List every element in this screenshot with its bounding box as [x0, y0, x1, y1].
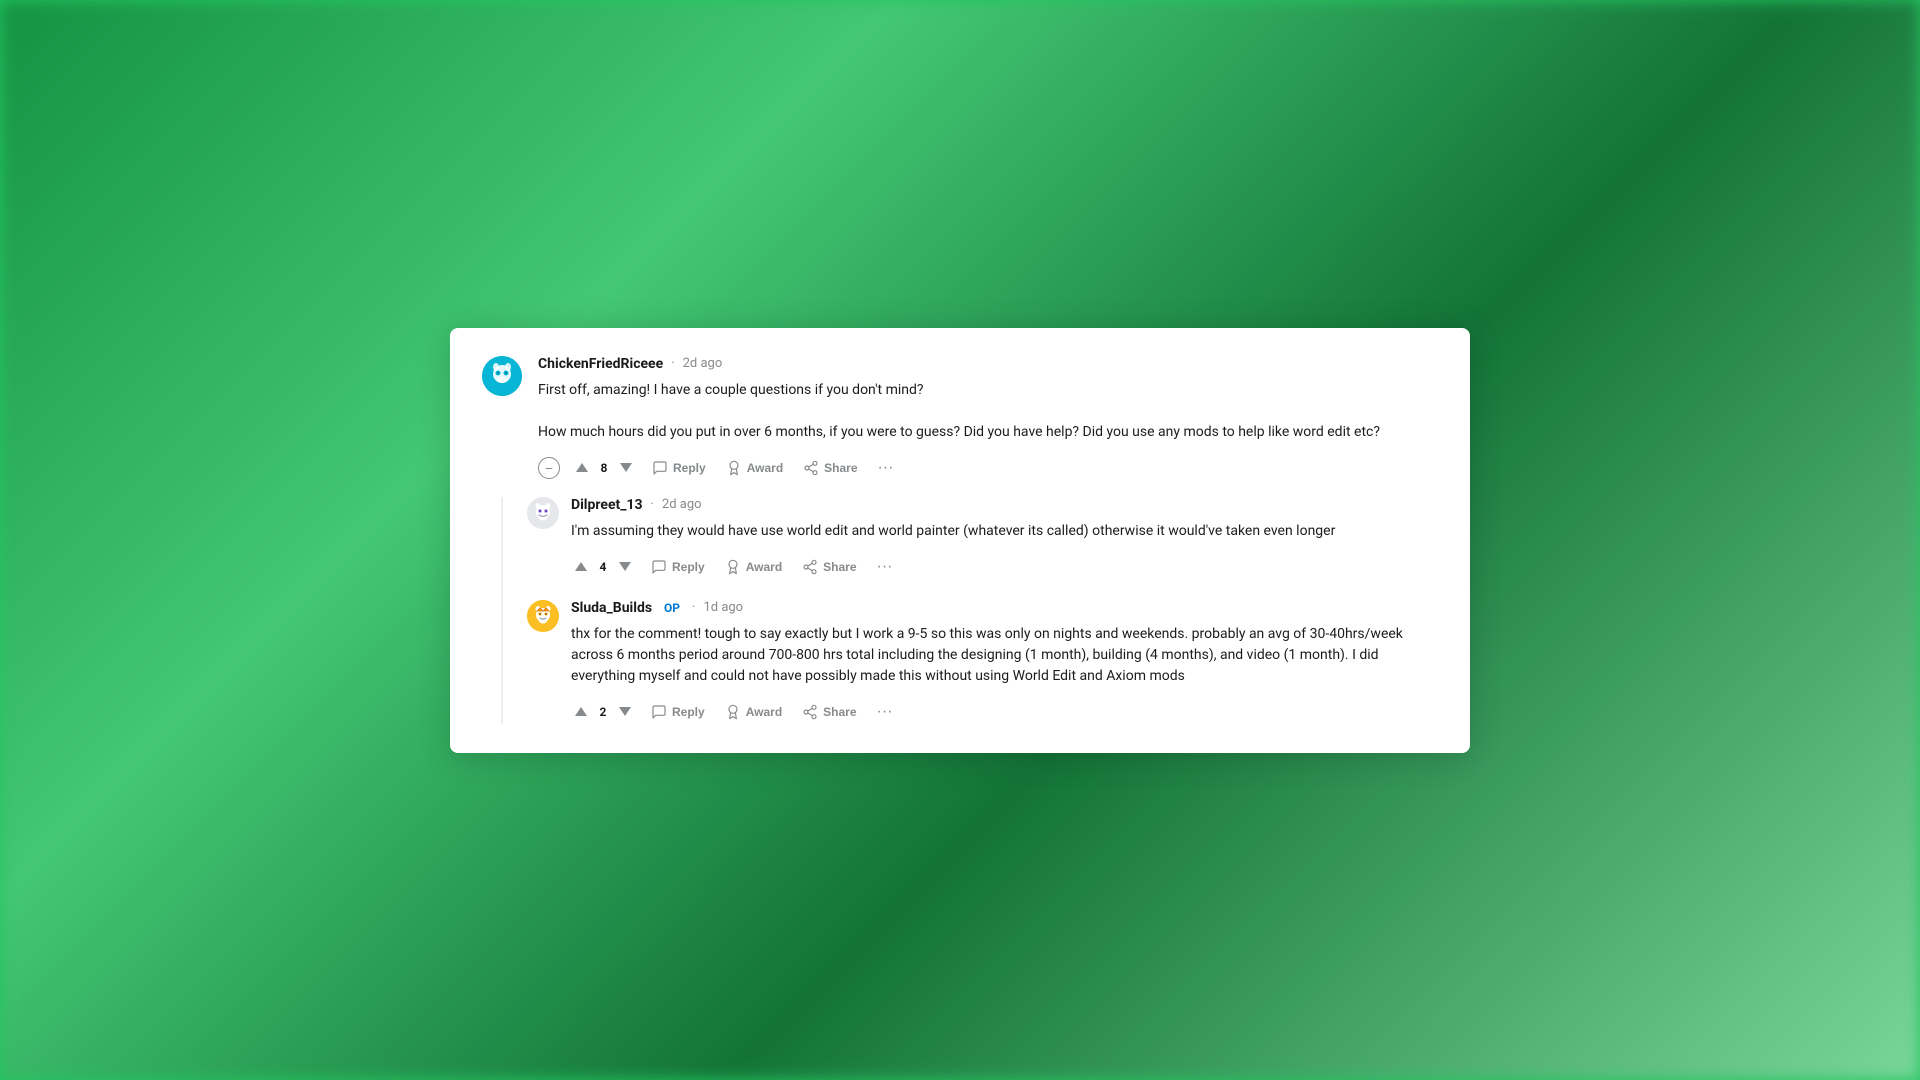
avatar-chicken: [482, 356, 522, 396]
downvote-icon: [620, 463, 632, 472]
sluda-award-button[interactable]: Award: [717, 700, 790, 724]
top-comment-actions: − 8: [538, 455, 1438, 481]
top-comment-header: ChickenFriedRiceee · 2d ago: [538, 356, 1438, 372]
reply-sluda-actions: 2 Reply: [571, 699, 1438, 725]
sluda-share-button[interactable]: Share: [794, 700, 864, 724]
award-icon: [726, 460, 742, 476]
comment-panel: ChickenFriedRiceee · 2d ago First off, a…: [450, 328, 1470, 753]
share-icon: [802, 704, 818, 720]
top-share-button[interactable]: Share: [795, 456, 865, 480]
dilpreet-more-button[interactable]: ···: [869, 554, 901, 580]
reply-dilpreet-timestamp: 2d ago: [662, 497, 702, 512]
sluda-downvote-button[interactable]: [615, 703, 635, 720]
downvote-icon: [619, 562, 631, 571]
reply-dilpreet-body: Dilpreet_13 · 2d ago I'm assuming they w…: [571, 497, 1438, 580]
top-comment-text: First off, amazing! I have a couple ques…: [538, 380, 1438, 443]
reply-sluda-text: thx for the comment! tough to say exactl…: [571, 624, 1438, 687]
sluda-reply-button[interactable]: Reply: [643, 700, 713, 724]
top-comment-body: ChickenFriedRiceee · 2d ago First off, a…: [538, 356, 1438, 481]
reply-icon: [651, 704, 667, 720]
reply-sluda-username[interactable]: Sluda_Builds: [571, 600, 652, 616]
upvote-icon: [575, 707, 587, 716]
award-icon: [725, 704, 741, 720]
avatar-dilpreet: [527, 497, 559, 529]
reply-dilpreet-text: I'm assuming they would have use world e…: [571, 521, 1438, 542]
reply-sluda-header: Sluda_Builds OP · 1d ago: [571, 600, 1438, 616]
reply-sluda-body: Sluda_Builds OP · 1d ago thx for the com…: [571, 600, 1438, 725]
top-downvote-button[interactable]: [616, 459, 636, 476]
top-upvote-button[interactable]: [572, 459, 592, 476]
top-vote-count: 8: [598, 461, 610, 475]
more-dots-icon: ···: [878, 459, 894, 477]
top-comment: ChickenFriedRiceee · 2d ago First off, a…: [482, 356, 1438, 481]
top-vote-section: 8: [572, 459, 636, 476]
upvote-icon: [576, 463, 588, 472]
sluda-vote-count: 2: [597, 705, 609, 719]
reply-dilpreet-username[interactable]: Dilpreet_13: [571, 497, 643, 513]
avatar-sluda: [527, 600, 559, 632]
more-dots-icon: ···: [877, 703, 893, 721]
share-icon: [802, 559, 818, 575]
dilpreet-downvote-button[interactable]: [615, 558, 635, 575]
reply-dilpreet: Dilpreet_13 · 2d ago I'm assuming they w…: [527, 497, 1438, 580]
replies-list: Dilpreet_13 · 2d ago I'm assuming they w…: [527, 497, 1438, 725]
collapse-button[interactable]: −: [538, 457, 560, 479]
replies-container: Dilpreet_13 · 2d ago I'm assuming they w…: [482, 497, 1438, 725]
top-more-button[interactable]: ···: [870, 455, 902, 481]
downvote-icon: [619, 707, 631, 716]
reply-icon: [651, 559, 667, 575]
upvote-icon: [575, 562, 587, 571]
thread-line: [501, 497, 503, 725]
sluda-vote-section: 2: [571, 703, 635, 720]
dilpreet-share-button[interactable]: Share: [794, 555, 864, 579]
top-username[interactable]: ChickenFriedRiceee: [538, 356, 663, 372]
dilpreet-award-button[interactable]: Award: [717, 555, 790, 579]
top-award-button[interactable]: Award: [718, 456, 791, 480]
reply-dilpreet-header: Dilpreet_13 · 2d ago: [571, 497, 1438, 513]
reply-icon: [652, 460, 668, 476]
more-dots-icon: ···: [877, 558, 893, 576]
top-timestamp: 2d ago: [683, 356, 723, 371]
sluda-upvote-button[interactable]: [571, 703, 591, 720]
reply-sluda-timestamp: 1d ago: [703, 600, 743, 615]
top-reply-button[interactable]: Reply: [644, 456, 714, 480]
dilpreet-vote-section: 4: [571, 558, 635, 575]
dilpreet-reply-button[interactable]: Reply: [643, 555, 713, 579]
comment-thread: ChickenFriedRiceee · 2d ago First off, a…: [450, 328, 1470, 753]
dilpreet-vote-count: 4: [597, 560, 609, 574]
award-icon: [725, 559, 741, 575]
share-icon: [803, 460, 819, 476]
reply-dilpreet-actions: 4 Reply: [571, 554, 1438, 580]
op-badge: OP: [660, 600, 684, 616]
reply-sluda: Sluda_Builds OP · 1d ago thx for the com…: [527, 600, 1438, 725]
dilpreet-upvote-button[interactable]: [571, 558, 591, 575]
sluda-more-button[interactable]: ···: [869, 699, 901, 725]
